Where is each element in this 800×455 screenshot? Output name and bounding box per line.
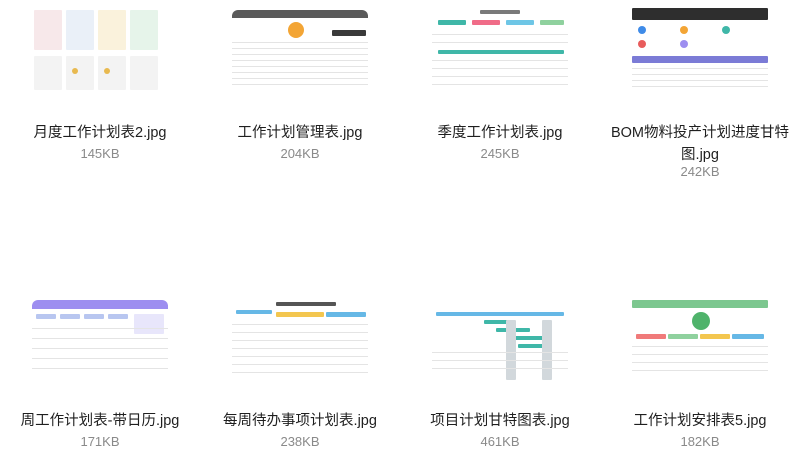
file-grid: 月度工作计划表2.jpg 145KB 工作计划管理表.jpg 204KB 季度工… xyxy=(0,0,800,455)
file-thumbnail[interactable] xyxy=(632,298,768,384)
file-tile[interactable]: 每周待办事项计划表.jpg 238KB xyxy=(200,290,400,455)
file-name[interactable]: 项目计划甘特图表.jpg xyxy=(410,410,590,432)
file-name[interactable]: 周工作计划表-带日历.jpg xyxy=(10,410,190,432)
file-tile[interactable]: BOM物料投产计划进度甘特图.jpg 242KB xyxy=(600,0,800,200)
file-tile[interactable]: 项目计划甘特图表.jpg 461KB xyxy=(400,290,600,455)
file-size: 245KB xyxy=(480,146,520,161)
file-name[interactable]: 工作计划管理表.jpg xyxy=(210,122,390,144)
file-tile[interactable]: 月度工作计划表2.jpg 145KB xyxy=(0,0,200,200)
file-name[interactable]: 季度工作计划表.jpg xyxy=(410,122,590,144)
file-tile[interactable]: 季度工作计划表.jpg 245KB xyxy=(400,0,600,200)
file-size: 182KB xyxy=(680,434,720,449)
file-thumbnail[interactable] xyxy=(432,298,568,384)
file-size: 204KB xyxy=(280,146,320,161)
file-tile[interactable]: 工作计划安排表5.jpg 182KB xyxy=(600,290,800,455)
file-size: 242KB xyxy=(680,164,720,179)
file-thumbnail[interactable] xyxy=(32,6,168,92)
file-name[interactable]: 每周待办事项计划表.jpg xyxy=(210,410,390,432)
file-size: 171KB xyxy=(80,434,120,449)
file-name[interactable]: 工作计划安排表5.jpg xyxy=(610,410,790,432)
file-size: 461KB xyxy=(480,434,520,449)
file-name[interactable]: BOM物料投产计划进度甘特图.jpg xyxy=(610,122,790,166)
file-size: 238KB xyxy=(280,434,320,449)
file-thumbnail[interactable] xyxy=(232,298,368,384)
file-size: 145KB xyxy=(80,146,120,161)
file-thumbnail[interactable] xyxy=(32,298,168,384)
file-name[interactable]: 月度工作计划表2.jpg xyxy=(10,122,190,144)
file-tile[interactable]: 工作计划管理表.jpg 204KB xyxy=(200,0,400,200)
file-thumbnail[interactable] xyxy=(232,6,368,92)
file-thumbnail[interactable] xyxy=(432,6,568,92)
file-tile[interactable]: 周工作计划表-带日历.jpg 171KB xyxy=(0,290,200,455)
file-thumbnail[interactable] xyxy=(632,6,768,92)
